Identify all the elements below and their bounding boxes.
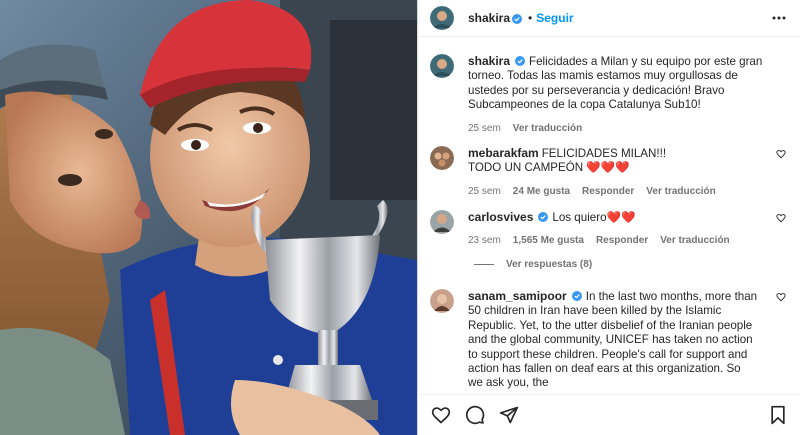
reply-button[interactable]: Responder	[582, 186, 634, 197]
comment-likes[interactable]: 1,565 Me gusta	[513, 235, 584, 246]
post-image	[0, 0, 417, 435]
post-panel: shakira • Seguir shakira Felicidades a Mi…	[417, 0, 800, 435]
reply-button[interactable]: Responder	[596, 235, 648, 246]
translate-link[interactable]: Ver traducción	[646, 186, 715, 197]
comment-meta: 23 sem 1,565 Me gusta Responder Ver trad…	[468, 235, 758, 246]
post-photo[interactable]	[0, 0, 417, 435]
comment-text: carlosvives Los quiero❤️❤️	[468, 210, 758, 225]
separator-dot: •	[528, 11, 533, 25]
comment-username[interactable]: sanam_samipoor	[468, 289, 567, 303]
comment-like-heart-icon[interactable]	[776, 291, 786, 302]
comment-likes[interactable]: 24 Me gusta	[513, 186, 570, 197]
comment-time: 25 sem	[468, 185, 501, 197]
comment-body: In the last two months, more than 50 chi…	[468, 290, 758, 390]
comment-time: 23 sem	[468, 235, 501, 247]
author-avatar[interactable]	[430, 6, 454, 30]
comments-list[interactable]: shakira Felicidades a Milan y su equipo p…	[418, 38, 800, 393]
action-bar	[418, 394, 800, 435]
commenter-avatar[interactable]	[430, 289, 454, 313]
view-replies-button[interactable]: Ver respuestas (8)	[474, 259, 592, 270]
post-header: shakira • Seguir	[418, 0, 800, 37]
comment-like-heart-icon[interactable]	[776, 148, 786, 159]
caption: shakira Felicidades a Milan y su equipo p…	[430, 54, 790, 134]
bookmark-icon[interactable]	[767, 404, 789, 426]
comment-item: sanam_samipoor In the last two months, mo…	[430, 289, 790, 391]
comment-item: mebarakfam FELICIDADES MILAN!!! TODO UN C…	[430, 146, 790, 197]
verified-badge-icon	[538, 212, 549, 222]
caption-avatar[interactable]	[430, 54, 454, 78]
share-icon[interactable]	[498, 404, 520, 426]
comment-icon[interactable]	[464, 404, 486, 426]
comment-meta: 25 sem 24 Me gusta Responder Ver traducc…	[468, 186, 758, 197]
follow-button[interactable]: Seguir	[536, 11, 573, 25]
comment-text: sanam_samipoor In the last two months, mo…	[468, 289, 758, 391]
comment-item: carlosvives Los quiero❤️❤️ 23 sem 1,565 M…	[430, 210, 790, 246]
caption-body: Felicidades a Milan y su equipo por este…	[468, 55, 763, 112]
view-replies-label: Ver respuestas (8)	[506, 259, 593, 270]
translate-link[interactable]: Ver traducción	[660, 235, 729, 246]
heart-icon[interactable]	[430, 404, 452, 426]
replies-divider	[474, 264, 494, 265]
caption-meta: 25 sem Ver traducción	[468, 123, 768, 134]
comment-text: mebarakfam FELICIDADES MILAN!!! TODO UN C…	[468, 146, 758, 176]
comment-body-line2: TODO UN CAMPEÓN ❤️❤️❤️	[468, 161, 630, 175]
comment-body: Los quiero❤️❤️	[552, 211, 636, 224]
comment-username[interactable]: mebarakfam	[468, 146, 539, 160]
more-options-icon[interactable]	[770, 9, 788, 27]
verified-badge-icon	[515, 56, 526, 66]
comment-like-heart-icon[interactable]	[776, 212, 786, 223]
comment-body-line1: FELICIDADES MILAN!!!	[541, 147, 667, 160]
commenter-avatar[interactable]	[430, 210, 454, 234]
caption-translate-link[interactable]: Ver traducción	[513, 123, 582, 134]
caption-text: shakira Felicidades a Milan y su equipo p…	[468, 54, 768, 113]
author-username[interactable]: shakira	[468, 11, 510, 25]
verified-badge-icon	[571, 291, 582, 301]
commenter-avatar[interactable]	[430, 146, 454, 170]
caption-username[interactable]: shakira	[468, 54, 510, 68]
comment-username[interactable]: carlosvives	[468, 210, 533, 224]
verified-badge-icon	[512, 13, 523, 24]
caption-time: 25 sem	[468, 122, 501, 134]
